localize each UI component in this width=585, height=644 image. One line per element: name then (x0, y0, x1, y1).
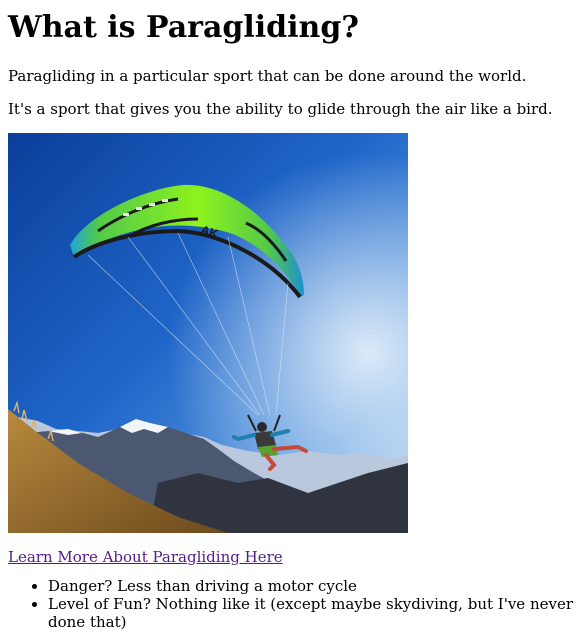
page-content: What is Paragliding? Paragliding in a pa… (0, 9, 585, 631)
page-title: What is Paragliding? (8, 10, 359, 45)
list-item: Level of Fun? Nothing like it (except ma… (48, 595, 577, 631)
paragliding-image: AK (8, 133, 408, 533)
facts-list: Danger? Less than driving a motor cycle … (8, 577, 577, 631)
description-paragraph: It's a sport that gives you the ability … (8, 100, 553, 118)
intro-paragraph: Paragliding in a particular sport that c… (8, 67, 527, 85)
learn-more-paragraph: Learn More About Paragliding Here (8, 548, 577, 566)
learn-more-link[interactable]: Learn More About Paragliding Here (8, 548, 283, 566)
list-item: Danger? Less than driving a motor cycle (48, 577, 577, 595)
